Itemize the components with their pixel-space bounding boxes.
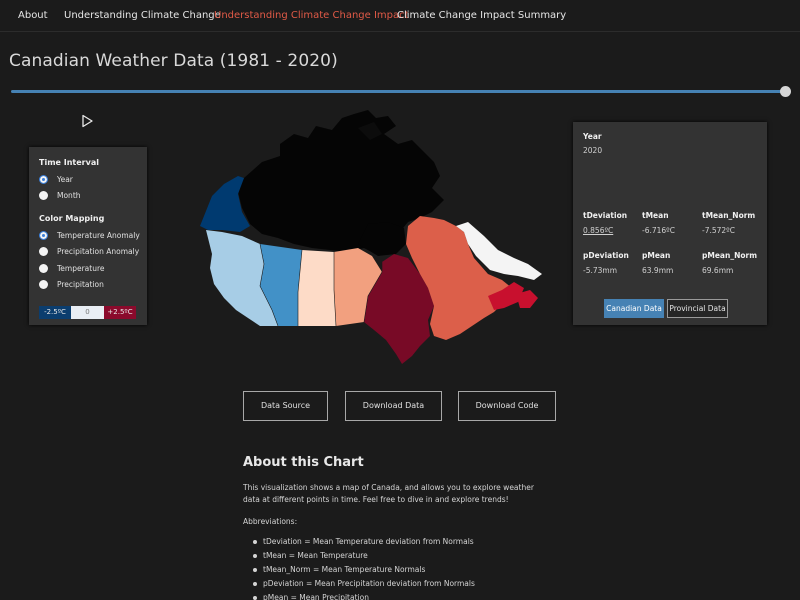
map-region-saskatchewan [298,250,336,326]
abbreviations-list: tDeviation = Mean Temperature deviation … [251,536,551,600]
radio-temperature[interactable]: Temperature [39,263,145,275]
stat-value-pmean-norm: 69.6mm [702,266,734,275]
list-item: tMean = Mean Temperature [251,550,551,564]
nav-about[interactable]: About [18,10,48,21]
radio-year[interactable]: Year [39,174,145,186]
year-label: Year [583,132,602,141]
list-item: tDeviation = Mean Temperature deviation … [251,536,551,550]
list-item: pDeviation = Mean Precipitation deviatio… [251,578,551,592]
stats-panel: Year 2020 tDeviation 0.856ºC tMean -6.71… [573,122,767,325]
year-value: 2020 [583,146,603,155]
timeline-slider-track[interactable] [11,90,786,93]
radio-label: Temperature [57,264,105,273]
about-heading: About this Chart [243,455,364,470]
radio-month[interactable]: Month [39,190,145,202]
radio-temperature-anomaly[interactable]: Temperature Anomaly [39,230,145,242]
time-interval-heading: Time Interval [39,158,99,167]
nav-understanding-climate-change[interactable]: Understanding Climate Change [64,10,221,21]
color-mapping-heading: Color Mapping [39,214,105,223]
legend-min: -2.5ºC [39,306,71,319]
provincial-data-button[interactable]: Provincial Data [667,299,728,318]
radio-indicator[interactable] [39,231,48,240]
stat-label-tdeviation: tDeviation [583,211,628,220]
stat-label-pmean: pMean [642,251,671,260]
stat-value-tmean-norm: -7.572ºC [702,226,735,235]
play-icon[interactable] [80,113,94,128]
radio-label: Year [57,175,73,184]
radio-label: Precipitation Anomaly [57,247,140,256]
radio-label: Precipitation [57,280,104,289]
canada-map[interactable] [198,104,552,366]
legend-mid: 0 [71,306,104,319]
radio-label: Temperature Anomaly [57,231,140,240]
download-data-button[interactable]: Download Data [345,391,442,421]
stat-label-pmean-norm: pMean_Norm [702,251,758,260]
nav-climate-change-impact-summary[interactable]: Climate Change Impact Summary [397,10,566,21]
color-legend: -2.5ºC 0 +2.5ºC [39,306,136,319]
stat-label-tmean: tMean [642,211,669,220]
stat-label-pdeviation: pDeviation [583,251,629,260]
stat-value-tdeviation: 0.856ºC [583,226,614,235]
radio-indicator[interactable] [39,175,48,184]
controls-panel: Time Interval Year Month Color Mapping T… [29,147,147,325]
radio-precipitation-anomaly[interactable]: Precipitation Anomaly [39,246,145,258]
radio-indicator[interactable] [39,280,48,289]
abbreviations-heading: Abbreviations: [243,517,298,526]
radio-indicator[interactable] [39,191,48,200]
stat-value-tmean: -6.716ºC [642,226,675,235]
radio-indicator[interactable] [39,264,48,273]
radio-indicator[interactable] [39,247,48,256]
list-item: pMean = Mean Precipitation [251,592,551,600]
legend-max: +2.5ºC [104,306,136,319]
radio-precipitation[interactable]: Precipitation [39,279,145,291]
nav-understanding-climate-change-impact[interactable]: Understanding Climate Change Impact [214,10,409,21]
about-description: This visualization shows a map of Canada… [243,483,534,504]
timeline-slider-thumb[interactable] [780,86,791,97]
radio-label: Month [57,191,81,200]
canadian-data-button[interactable]: Canadian Data [604,299,664,318]
list-item: tMean_Norm = Mean Temperature Normals [251,564,551,578]
data-source-button[interactable]: Data Source [243,391,328,421]
top-navigation: About Understanding Climate Change Under… [0,0,800,32]
stat-value-pdeviation: -5.73mm [583,266,618,275]
stat-value-pmean: 63.9mm [642,266,674,275]
stat-label-tmean-norm: tMean_Norm [702,211,756,220]
download-code-button[interactable]: Download Code [458,391,556,421]
page-title: Canadian Weather Data (1981 - 2020) [9,51,338,71]
